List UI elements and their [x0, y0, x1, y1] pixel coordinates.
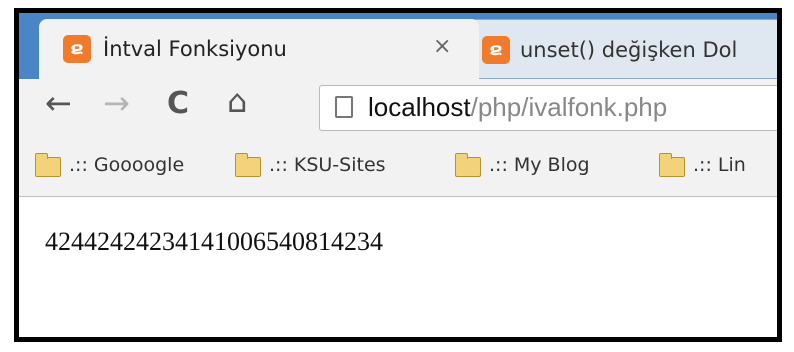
tab-active[interactable]: ຂ İntval Fonksiyonu ×	[39, 19, 479, 79]
bookmark-label: .:: KSU-Sites	[269, 154, 386, 176]
folder-icon	[35, 153, 61, 177]
tab-strip: ຂ İntval Fonksiyonu × ຂ unset() değişken…	[19, 13, 777, 83]
bookmarks-bar: .:: Goooogle .:: KSU-Sites .:: My Blog .…	[19, 141, 777, 197]
folder-icon	[235, 153, 261, 177]
back-arrow-icon[interactable]: ←	[45, 87, 72, 119]
tab-title: unset() değişken Dol	[520, 38, 738, 62]
url-path: /php/ivalfonk.php	[470, 92, 668, 122]
bookmark-label: .:: Lin	[693, 154, 746, 176]
bookmark-label: .:: Goooogle	[69, 154, 185, 176]
reload-icon[interactable]: C	[167, 89, 189, 119]
url-text[interactable]: localhost/php/ivalfonk.php	[368, 92, 667, 123]
forward-arrow-icon[interactable]: →	[103, 87, 130, 119]
address-bar[interactable]: localhost/php/ivalfonk.php	[319, 85, 777, 131]
xampp-icon: ຂ	[63, 35, 91, 63]
tab-inactive[interactable]: ຂ unset() değişken Dol	[463, 19, 777, 79]
folder-icon	[455, 153, 481, 177]
browser-window: ຂ İntval Fonksiyonu × ຂ unset() değişken…	[14, 8, 782, 342]
home-icon[interactable]: ⌂	[227, 85, 247, 117]
tab-title: İntval Fonksiyonu	[103, 37, 287, 61]
page-icon	[335, 96, 353, 118]
page-content: 42442424234141006540814234	[19, 197, 777, 337]
toolbar: ← → C ⌂ localhost/php/ivalfonk.php	[19, 79, 777, 141]
output-text: 42442424234141006540814234	[45, 227, 383, 256]
bookmark-label: .:: My Blog	[489, 154, 590, 176]
folder-icon	[659, 153, 685, 177]
url-host: localhost	[368, 92, 471, 122]
tab-close-icon[interactable]: ×	[433, 34, 451, 59]
xampp-icon: ຂ	[482, 36, 510, 64]
